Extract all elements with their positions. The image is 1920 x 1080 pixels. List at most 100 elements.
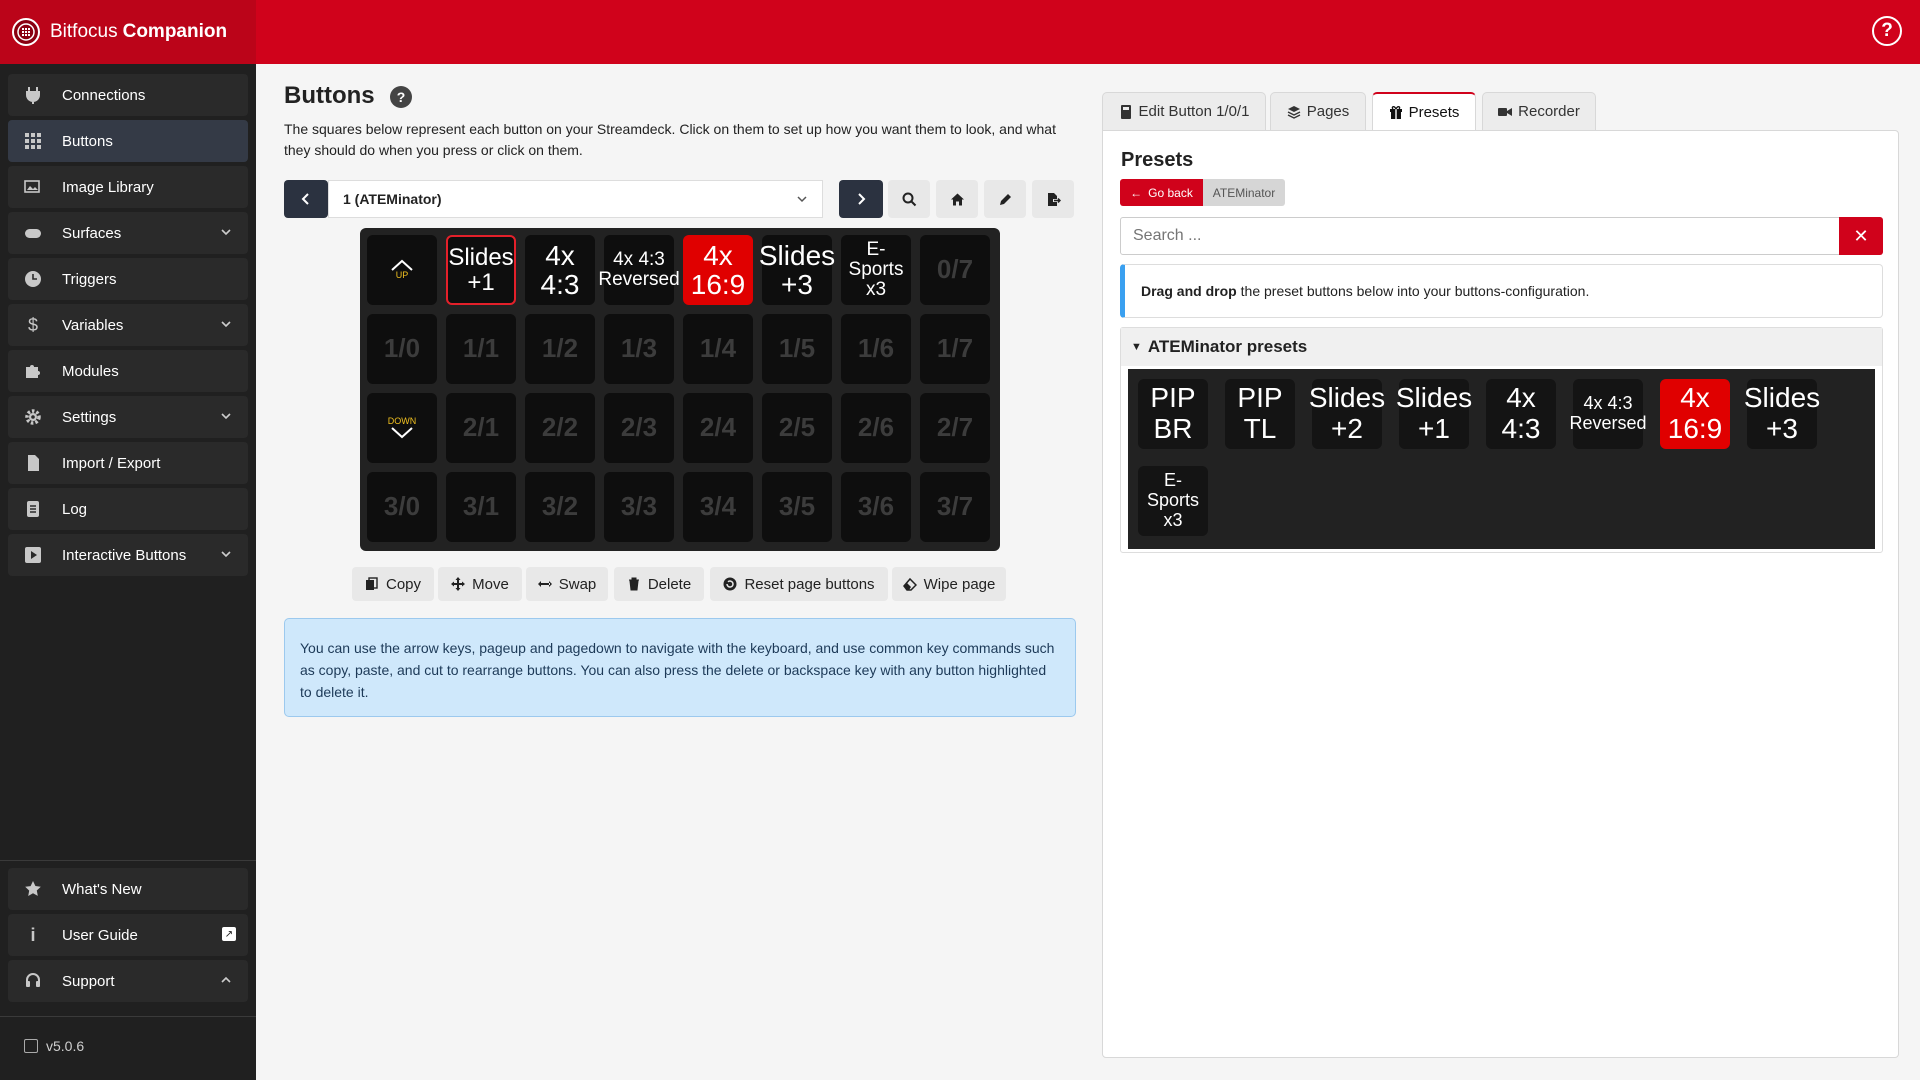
swap-button[interactable]: Swap — [526, 567, 608, 601]
sidebar-item-settings[interactable]: Settings — [8, 396, 248, 438]
grid-button-3-6[interactable]: 3/6 — [841, 472, 911, 542]
gift-icon — [1389, 105, 1403, 119]
keyboard-help-alert: You can use the arrow keys, pageup and p… — [284, 618, 1076, 717]
wipe-page-button[interactable]: Wipe page — [892, 567, 1006, 601]
grid-button-3-3[interactable]: 3/3 — [604, 472, 674, 542]
sidebar-item-surfaces[interactable]: Surfaces — [8, 212, 248, 254]
grid-button-3-4[interactable]: 3/4 — [683, 472, 753, 542]
preset-button[interactable]: Slides +3 — [1744, 379, 1820, 449]
preset-button[interactable]: Slides +1 — [1396, 379, 1472, 449]
delete-button[interactable]: Delete — [614, 567, 704, 601]
grid-button-3-7[interactable]: 3/7 — [920, 472, 990, 542]
preset-button[interactable]: E-Sports x3 — [1138, 466, 1208, 536]
grid-button-2-3[interactable]: 2/3 — [604, 393, 674, 463]
sidebar-item-label: Settings — [62, 408, 117, 426]
grid-button-0-1[interactable]: Slides +1 — [446, 235, 516, 305]
sidebar-item-image-library[interactable]: Image Library — [8, 166, 248, 208]
grid-button-2-2[interactable]: 2/2 — [525, 393, 595, 463]
grid-button-2-4[interactable]: 2/4 — [683, 393, 753, 463]
app-brand[interactable]: Bitfocus Companion — [0, 0, 256, 64]
grid-button-2-1[interactable]: 2/1 — [446, 393, 516, 463]
grid-button-1-7[interactable]: 1/7 — [920, 314, 990, 384]
file-import-icon — [23, 453, 43, 473]
home-page-button[interactable] — [936, 180, 978, 218]
page-down-button[interactable]: DOWN — [367, 393, 437, 463]
prev-page-button[interactable] — [284, 180, 328, 218]
sidebar-item-user-guide[interactable]: i User Guide ↗ — [8, 914, 248, 956]
grid-button-2-5[interactable]: 2/5 — [762, 393, 832, 463]
grid-button-0-2[interactable]: 4x 4:3 — [525, 235, 595, 305]
grid-button-1-3[interactable]: 1/3 — [604, 314, 674, 384]
sidebar-item-interactive-buttons[interactable]: Interactive Buttons — [8, 534, 248, 576]
page-up-label: UP — [395, 270, 409, 281]
tab-pages[interactable]: Pages — [1270, 92, 1366, 130]
edit-page-button[interactable] — [984, 180, 1026, 218]
tab-recorder[interactable]: Recorder — [1482, 92, 1596, 130]
sidebar-item-modules[interactable]: Modules — [8, 350, 248, 392]
preset-button[interactable]: 4x 4:3 Reversed — [1569, 379, 1647, 449]
page-select[interactable]: 1 (ATEMinator) — [328, 180, 823, 218]
preset-button[interactable]: PIP TL — [1225, 379, 1295, 449]
presets-group-header[interactable]: ▼ ATEMinator presets — [1121, 328, 1882, 366]
reset-icon — [723, 577, 737, 591]
next-page-button[interactable] — [839, 180, 883, 218]
clear-search-button[interactable]: ✕ — [1839, 217, 1883, 255]
chevron-right-icon — [858, 193, 866, 205]
sidebar-item-label: Variables — [62, 316, 124, 334]
layers-icon — [1287, 105, 1301, 119]
breadcrumb[interactable]: ATEMinator — [1203, 179, 1285, 206]
grid-button-2-6[interactable]: 2/6 — [841, 393, 911, 463]
sidebar-item-buttons[interactable]: Buttons — [8, 120, 248, 162]
grid-button-1-0[interactable]: 1/0 — [367, 314, 437, 384]
help-icon[interactable]: ? — [390, 86, 412, 108]
grid-button-0-6[interactable]: E-Sports x3 — [841, 235, 911, 305]
go-back-button[interactable]: ← Go back — [1120, 179, 1203, 206]
reset-page-buttons-button[interactable]: Reset page buttons — [710, 567, 888, 601]
export-page-button[interactable] — [1032, 180, 1074, 218]
grid-button-3-1[interactable]: 3/1 — [446, 472, 516, 542]
grid-button-2-7[interactable]: 2/7 — [920, 393, 990, 463]
chevron-down-icon — [221, 413, 231, 420]
copy-icon — [365, 577, 379, 591]
tab-edit-button[interactable]: Edit Button 1/0/1 — [1102, 92, 1266, 130]
grid-button-1-6[interactable]: 1/6 — [841, 314, 911, 384]
sidebar-item-import-export[interactable]: Import / Export — [8, 442, 248, 484]
grid-button-3-5[interactable]: 3/5 — [762, 472, 832, 542]
grid-button-0-4[interactable]: 4x 16:9 — [683, 235, 753, 305]
page-up-button[interactable]: UP — [367, 235, 437, 305]
grid-button-1-4[interactable]: 1/4 — [683, 314, 753, 384]
grid-button-3-0[interactable]: 3/0 — [367, 472, 437, 542]
sidebar-item-support[interactable]: Support — [8, 960, 248, 1002]
grid-button-1-2[interactable]: 1/2 — [525, 314, 595, 384]
search-page-button[interactable] — [888, 180, 930, 218]
grid-button-0-5[interactable]: Slides +3 — [759, 235, 835, 305]
presets-search-input[interactable] — [1120, 217, 1840, 255]
sidebar-item-triggers[interactable]: Triggers — [8, 258, 248, 300]
grid-button-1-1[interactable]: 1/1 — [446, 314, 516, 384]
grid-button-0-7[interactable]: 0/7 — [920, 235, 990, 305]
grid-button-1-5[interactable]: 1/5 — [762, 314, 832, 384]
preset-button[interactable]: Slides +2 — [1309, 379, 1385, 449]
preset-button[interactable]: 4x 4:3 — [1486, 379, 1556, 449]
sidebar-item-variables[interactable]: $ Variables — [8, 304, 248, 346]
swap-arrows-icon — [537, 577, 552, 591]
grid-button-3-2[interactable]: 3/2 — [525, 472, 595, 542]
sidebar-item-whats-new[interactable]: What's New — [8, 868, 248, 910]
chevron-left-icon — [301, 193, 309, 205]
version-info[interactable]: v5.0.6 — [24, 1038, 84, 1054]
sidebar-item-connections[interactable]: Connections — [8, 74, 248, 116]
home-icon — [950, 193, 964, 205]
sidebar-item-log[interactable]: Log — [8, 488, 248, 530]
grid-button-0-3[interactable]: 4x 4:3 Reversed — [598, 235, 680, 305]
top-header: Bitfocus Companion ? — [0, 0, 1920, 64]
button-grid: UP Slides +1 4x 4:3 4x 4:3 Reversed 4x 1… — [360, 228, 1000, 551]
version-label: v5.0.6 — [46, 1038, 85, 1054]
tab-presets[interactable]: Presets — [1372, 92, 1476, 130]
move-button[interactable]: Move — [438, 567, 522, 601]
sidebar-divider — [0, 1016, 256, 1017]
preset-button[interactable]: 4x 16:9 — [1660, 379, 1730, 449]
preset-button[interactable]: PIP BR — [1138, 379, 1208, 449]
help-icon[interactable]: ? — [1872, 16, 1902, 46]
collapse-sidebar-icon — [24, 1039, 38, 1053]
copy-button[interactable]: Copy — [352, 567, 434, 601]
